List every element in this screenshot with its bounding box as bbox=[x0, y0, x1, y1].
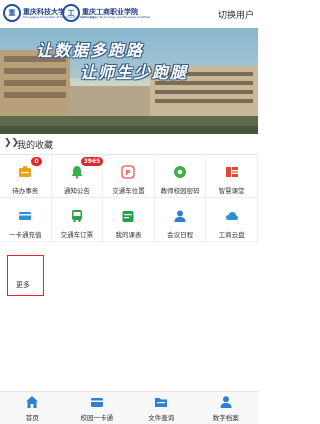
favorite-teacher-password[interactable]: 教师校园密码 bbox=[154, 154, 207, 198]
favorite-notice[interactable]: 3965 通知公告 bbox=[51, 154, 104, 198]
more-label: 更多 bbox=[16, 281, 30, 289]
card-icon bbox=[17, 208, 33, 224]
favorites-grid: 0 待办事务 3965 通知公告 P 交通车位置 教师校园密码 智慧课堂 一卡通… bbox=[0, 154, 258, 242]
college-emblem-icon: 工 bbox=[62, 4, 80, 22]
more-button[interactable]: 更多 bbox=[7, 255, 44, 296]
favorite-todo[interactable]: 0 待办事务 bbox=[0, 154, 52, 198]
favorite-smart-classroom[interactable]: 智慧课堂 bbox=[206, 154, 258, 198]
tab-digital-archive[interactable]: 数字档案 bbox=[194, 392, 259, 424]
favorite-my-schedule[interactable]: 我的课表 bbox=[103, 198, 155, 242]
classroom-icon bbox=[224, 164, 240, 180]
college-name-en: Chongqing Technology and Business Instit… bbox=[82, 14, 151, 19]
tab-home[interactable]: 首页 bbox=[0, 392, 65, 424]
college-name: 重庆工商职业学院 bbox=[82, 6, 138, 16]
favorite-label: 交通车位置 bbox=[112, 187, 145, 195]
campus-card-icon bbox=[90, 395, 104, 409]
favorite-label: 我的课表 bbox=[115, 231, 142, 239]
password-icon bbox=[172, 164, 188, 180]
favorites-title: 我的收藏 bbox=[17, 141, 54, 151]
home-icon bbox=[25, 395, 39, 409]
tab-file-search[interactable]: 文件查询 bbox=[129, 392, 194, 424]
tab-label: 首页 bbox=[25, 414, 39, 422]
notice-badge: 3965 bbox=[80, 157, 104, 166]
todo-icon bbox=[17, 164, 33, 180]
favorite-label: 交通车订票 bbox=[60, 231, 94, 239]
tab-label: 文件查询 bbox=[148, 414, 175, 422]
switch-user-link[interactable]: 切换用户 bbox=[218, 8, 254, 21]
favorite-label: 通知公告 bbox=[63, 187, 90, 195]
tab-campus-card[interactable]: 校园一卡通 bbox=[65, 392, 130, 424]
favorite-bus-ticket[interactable]: 交通车订票 bbox=[51, 198, 104, 242]
favorite-bus-location[interactable]: P 交通车位置 bbox=[103, 154, 155, 198]
college-logo: 工 重庆工商职业学院 Chongqing Technology and Busi… bbox=[62, 4, 150, 22]
todo-badge: 0 bbox=[31, 157, 42, 166]
tab-label: 数字档案 bbox=[212, 414, 239, 422]
favorite-label: 教师校园密码 bbox=[160, 187, 200, 195]
favorites-header: ❯❯ 我的收藏 bbox=[0, 134, 258, 155]
university-emblem-icon: 重 bbox=[3, 4, 21, 22]
bell-icon bbox=[69, 164, 85, 180]
file-search-icon bbox=[154, 395, 168, 409]
cloud-drive-icon bbox=[224, 208, 240, 224]
favorite-label: 智慧课堂 bbox=[218, 187, 245, 195]
svg-text:P: P bbox=[126, 169, 131, 177]
meeting-icon bbox=[172, 208, 188, 224]
schedule-icon bbox=[120, 208, 136, 224]
bus-location-icon: P bbox=[120, 164, 136, 180]
favorite-cloud-drive[interactable]: 工商云盘 bbox=[206, 198, 258, 242]
bottom-tab-bar: 首页 校园一卡通 文件查询 数字档案 bbox=[0, 391, 258, 424]
bus-ticket-icon bbox=[69, 208, 85, 224]
top-bar: 重 重庆科技大学 Chongqing University of Science… bbox=[0, 0, 258, 29]
favorite-label: 待办事务 bbox=[12, 187, 39, 195]
profile-icon bbox=[219, 395, 233, 409]
favorite-meeting[interactable]: 会议日程 bbox=[154, 198, 207, 242]
favorite-card-recharge[interactable]: 一卡通充值 bbox=[0, 198, 52, 242]
tab-label: 校园一卡通 bbox=[80, 414, 114, 422]
banner-slogan-2: 让师生少跑腿 bbox=[80, 63, 189, 82]
banner-slogan-1: 让数据多跑路 bbox=[36, 41, 145, 60]
banner: 让数据多跑路 让师生少跑腿 bbox=[0, 28, 258, 134]
favorite-label: 工商云盘 bbox=[218, 231, 245, 239]
favorite-label: 一卡通充值 bbox=[9, 231, 42, 239]
favorite-label: 会议日程 bbox=[167, 231, 194, 239]
